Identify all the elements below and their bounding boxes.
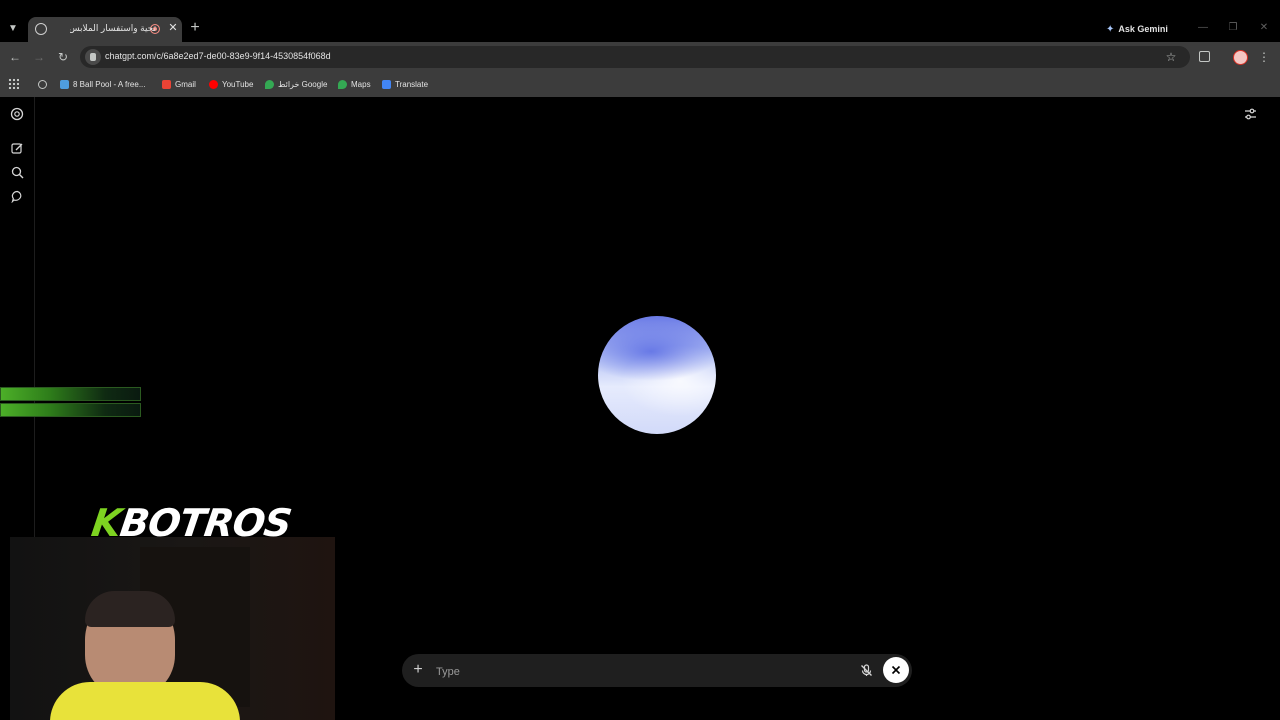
bookmark-label: Translate [395,79,429,89]
active-tab[interactable]: تحية واستفسار الملابس ✕ [28,17,182,42]
bookmark-chrome[interactable] [38,77,47,91]
new-chat-icon[interactable] [9,140,25,156]
back-arrow-icon[interactable]: ← [8,50,22,64]
chrome-icon [38,79,47,89]
chat-bubble-icon[interactable] [9,188,25,204]
search-icon[interactable] [9,164,25,180]
youtube-icon [209,79,218,89]
bookmark-label: YouTube [222,79,254,89]
url-text: chatgpt.com/c/6a8e2ed7-de00-83e9-9f14-45… [105,51,331,61]
overlay-bar [0,387,141,401]
maps-icon [265,79,274,89]
webcam-person-hair [85,591,175,627]
profile-avatar[interactable] [1233,50,1248,65]
voice-settings-icon[interactable] [1242,106,1258,122]
openai-logo-icon[interactable] [9,106,25,122]
webcam-person-shirt [50,682,240,720]
gmail-icon [162,79,171,89]
voice-composer: + [402,654,912,687]
minimize-icon[interactable]: — [1196,21,1210,35]
8ball-icon [60,79,69,89]
apps-grid-icon[interactable] [8,78,19,89]
bookmarks-bar: 8 Ball Pool - A free... Gmail YouTube خر… [0,72,1280,97]
streamer-watermark: KBOTROS [89,501,294,545]
bookmark-item[interactable]: Gmail [162,77,196,91]
window-close-icon[interactable]: ✕ [1257,21,1271,35]
webcam-overlay [10,537,335,720]
gemini-sparkle-icon: ✦ [1106,23,1115,35]
bookmark-label: 8 Ball Pool - A free... [73,79,146,89]
close-icon [891,665,901,675]
bookmark-label: خرائط Google [278,79,328,89]
bookmark-star-icon[interactable]: ☆ [1164,50,1178,64]
voice-orb [598,316,716,434]
maps-icon [338,79,347,89]
bookmark-label: Maps [351,79,371,89]
tab-strip: ▼ تحية واستفسار الملابس ✕ + ✦ Ask Gemini… [0,0,1280,42]
browser-toolbar: ← → ↻ chatgpt.com/c/6a8e2ed7-de00-83e9-9… [0,42,1280,72]
bookmark-item[interactable]: YouTube [209,77,253,91]
overlay-bar [0,403,141,417]
reload-icon[interactable]: ↻ [56,50,70,64]
chatgpt-voice-page: KBOTROS + [0,97,1280,720]
restore-icon[interactable]: ❐ [1226,21,1240,35]
tab-title: تحية واستفسار الملابس [70,23,156,33]
site-info-icon[interactable] [85,49,101,65]
ask-gemini-button[interactable]: ✦ Ask Gemini [1106,21,1168,37]
message-input[interactable] [434,661,838,682]
address-bar[interactable]: chatgpt.com/c/6a8e2ed7-de00-83e9-9f14-45… [80,46,1190,68]
kebab-menu-icon[interactable]: ⋮ [1258,50,1270,64]
bookmark-item[interactable]: خرائط Google [265,77,327,91]
forward-arrow-icon[interactable]: → [32,50,46,64]
stream-overlay-bars [0,387,141,417]
add-attachment-icon[interactable]: + [410,662,426,678]
bookmark-label: Gmail [175,79,196,89]
bookmark-item[interactable]: 8 Ball Pool - A free... [60,77,145,91]
tab-search-chevron-icon[interactable]: ▼ [5,21,21,37]
watermark-name: BOTROS [117,501,294,545]
mic-muted-icon[interactable] [858,662,874,678]
ask-gemini-label: Ask Gemini [1118,24,1168,34]
extensions-icon[interactable] [1199,51,1210,62]
new-tab-button[interactable]: + [188,20,202,36]
end-voice-button[interactable] [883,657,909,683]
chatgpt-favicon-icon [35,23,47,35]
tab-close-icon[interactable]: ✕ [166,21,180,35]
bookmark-item[interactable]: Maps [338,77,371,91]
translate-icon [382,79,391,89]
bookmark-item[interactable]: Translate [382,77,428,91]
